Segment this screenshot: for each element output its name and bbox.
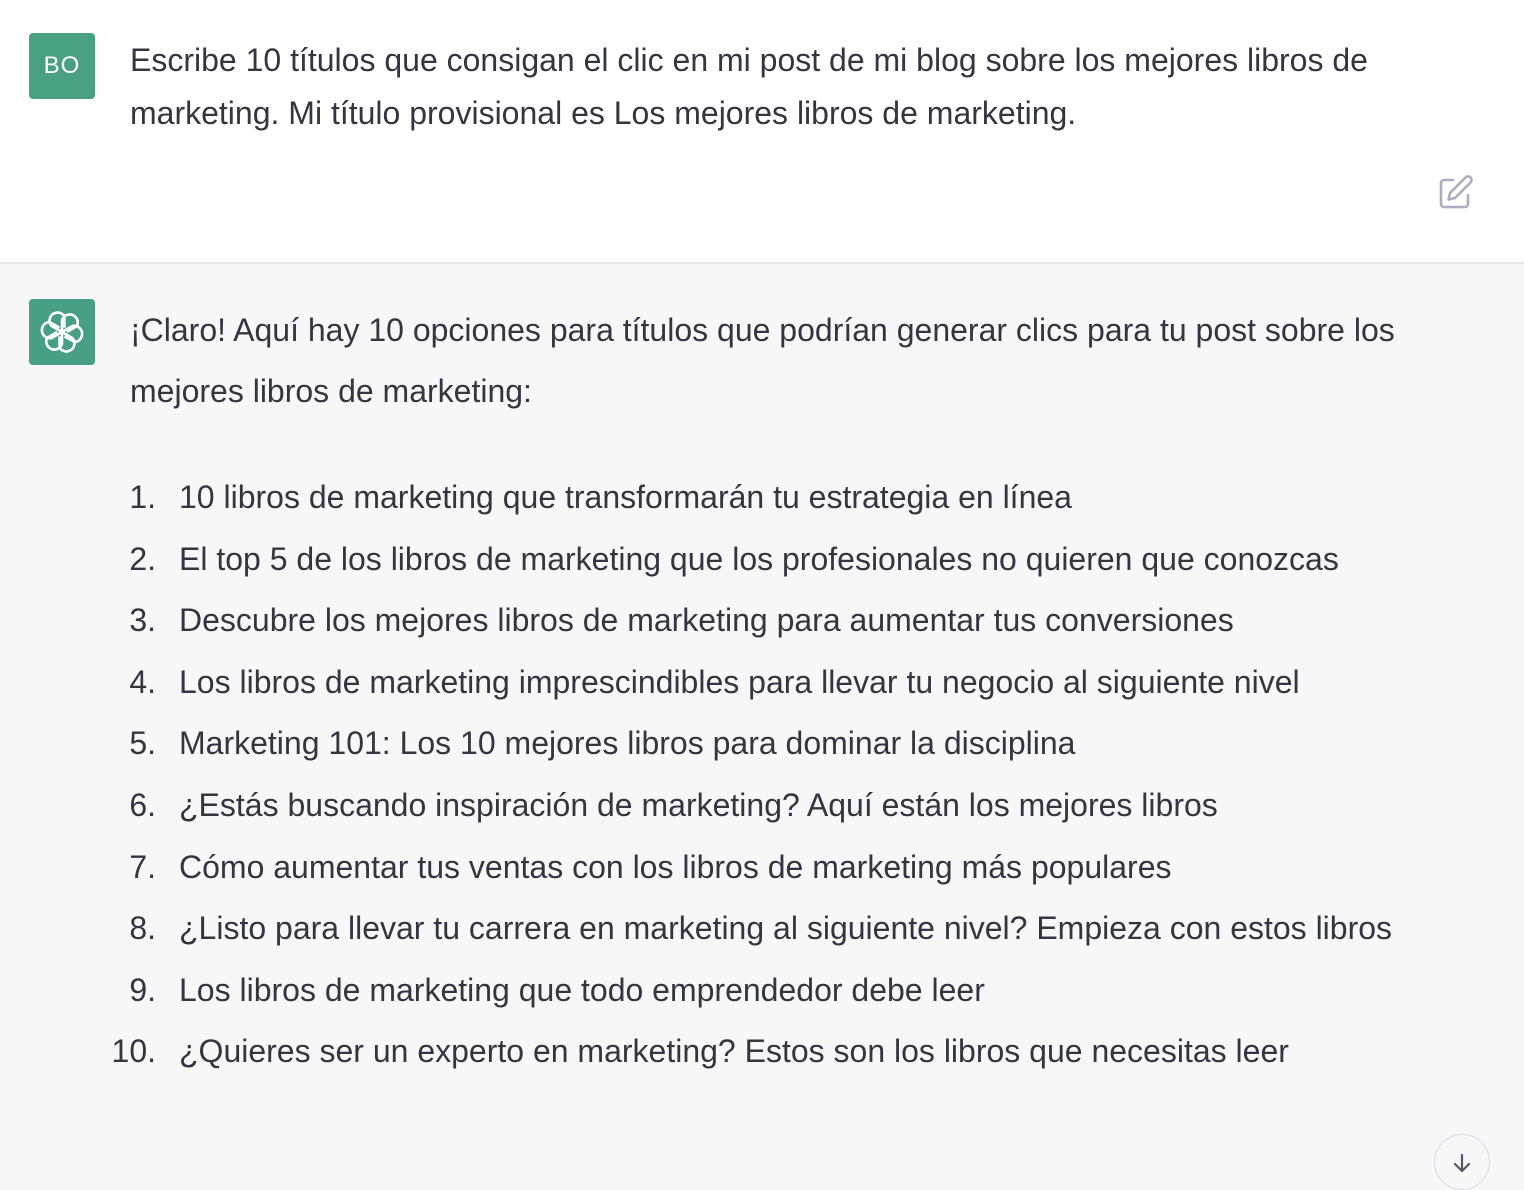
- list-item: 10. ¿Quieres ser un experto en marketing…: [112, 1021, 1500, 1083]
- list-item-number: 4.: [129, 663, 156, 700]
- list-item: 4. Los libros de marketing imprescindibl…: [129, 652, 1500, 714]
- assistant-avatar: [29, 299, 95, 365]
- edit-message-button[interactable]: [1436, 172, 1476, 212]
- list-item-text: Marketing 101: Los 10 mejores libros par…: [179, 725, 1076, 762]
- user-message: BO Escribe 10 títulos que consigan el cl…: [0, 0, 1524, 264]
- list-item-text: Cómo aumentar tus ventas con los libros …: [179, 848, 1172, 885]
- list-item-text: ¿Estás buscando inspiración de marketing…: [179, 786, 1218, 823]
- user-avatar: BO: [29, 33, 95, 99]
- scroll-to-bottom-button[interactable]: [1434, 1134, 1490, 1190]
- assistant-intro-text: ¡Claro! Aquí hay 10 opciones para título…: [130, 312, 1395, 409]
- list-item: 8. ¿Listo para llevar tu carrera en mark…: [129, 898, 1500, 960]
- list-item-number: 2.: [129, 540, 156, 577]
- list-item-text: Los libros de marketing imprescindibles …: [179, 663, 1300, 700]
- user-message-text: Escribe 10 títulos que consigan el clic …: [130, 42, 1368, 131]
- title-suggestions-list: 1. 10 libros de marketing que transforma…: [112, 467, 1500, 1083]
- list-item: 7. Cómo aumentar tus ventas con los libr…: [129, 837, 1500, 899]
- list-item-number: 1.: [129, 479, 156, 515]
- list-item-number: 7.: [129, 848, 156, 885]
- list-item-text: Descubre los mejores libros de marketing…: [179, 602, 1234, 639]
- list-item-number: 8.: [129, 910, 156, 947]
- list-item: 2. El top 5 de los libros de marketing q…: [129, 529, 1500, 591]
- list-item-number: 6.: [129, 786, 156, 823]
- list-item: 1. 10 libros de marketing que transforma…: [129, 467, 1500, 529]
- list-item-number: 5.: [129, 725, 156, 762]
- list-item-text: ¿Quieres ser un experto en marketing? Es…: [179, 1033, 1289, 1070]
- arrow-down-icon: [1453, 1153, 1471, 1173]
- list-item-number: 9.: [129, 971, 156, 1008]
- list-item-text: Los libros de marketing que todo emprend…: [179, 971, 985, 1008]
- user-avatar-initials: BO: [43, 52, 81, 79]
- list-item-number: 10.: [111, 1033, 156, 1070]
- list-item: 3. Descubre los mejores libros de market…: [129, 590, 1500, 652]
- list-item: 6. ¿Estás buscando inspiración de market…: [129, 775, 1500, 837]
- assistant-message: ¡Claro! Aquí hay 10 opciones para título…: [0, 264, 1524, 1168]
- list-item: 5. Marketing 101: Los 10 mejores libros …: [129, 713, 1500, 775]
- list-item-text: El top 5 de los libros de marketing que …: [179, 540, 1339, 577]
- openai-logo-icon: [38, 308, 86, 356]
- edit-icon: [1439, 175, 1473, 209]
- list-item-text: ¿Listo para llevar tu carrera en marketi…: [179, 910, 1393, 947]
- list-item: 9. Los libros de marketing que todo empr…: [129, 960, 1500, 1022]
- list-item-number: 3.: [129, 602, 156, 639]
- list-item-text: 10 libros de marketing que transformarán…: [179, 479, 1072, 515]
